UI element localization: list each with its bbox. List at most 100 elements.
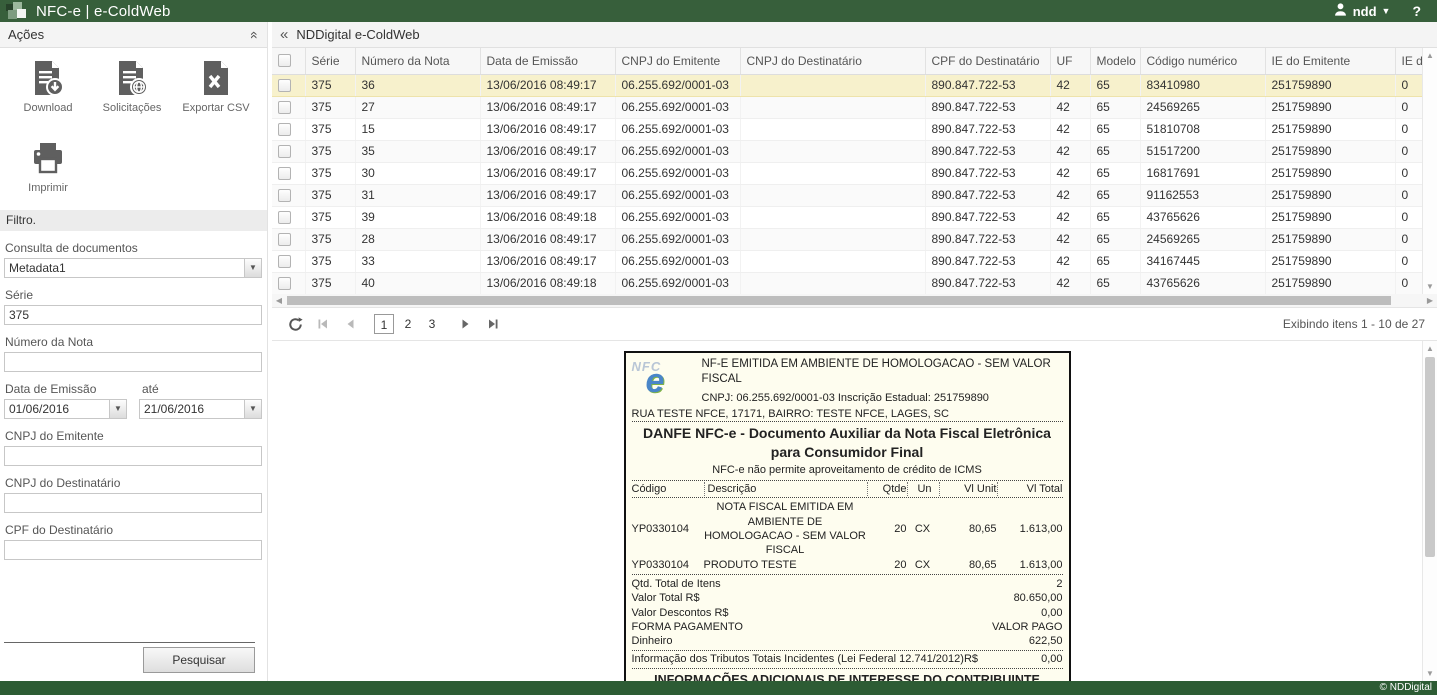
- table-horizontal-scrollbar[interactable]: ◀ ▶: [272, 294, 1437, 308]
- print-button[interactable]: Imprimir: [6, 138, 90, 210]
- table-row[interactable]: 375 31 13/06/2016 08:49:17 06.255.692/00…: [272, 184, 1422, 206]
- next-page-button[interactable]: [454, 313, 476, 335]
- previous-page-button[interactable]: [340, 313, 362, 335]
- row-checkbox[interactable]: [278, 211, 291, 224]
- col-modelo[interactable]: Modelo: [1090, 48, 1140, 74]
- cpf-destinatario-input[interactable]: [4, 540, 262, 560]
- col-codigo-numerico[interactable]: Código numérico: [1140, 48, 1265, 74]
- cell-cnpj-emitente: 06.255.692/0001-03: [615, 140, 740, 162]
- consulta-label: Consulta de documentos: [5, 241, 262, 255]
- cell-checkbox[interactable]: [272, 162, 305, 184]
- data-emissao-ate-select[interactable]: 21/06/2016 ▼: [139, 399, 262, 419]
- col-ie-emitente[interactable]: IE do Emitente: [1265, 48, 1395, 74]
- sidebar: Ações « Download Solicitações Exportar C…: [0, 22, 268, 681]
- page-link[interactable]: 2: [398, 314, 418, 334]
- collapse-sidebar-icon[interactable]: «: [280, 26, 288, 43]
- collapse-panel-icon[interactable]: «: [247, 31, 263, 39]
- cell-checkbox[interactable]: [272, 206, 305, 228]
- cell-ie-destinatario: 0: [1395, 118, 1422, 140]
- table-row[interactable]: 375 28 13/06/2016 08:49:17 06.255.692/00…: [272, 228, 1422, 250]
- col-cnpj-destinatario[interactable]: CNPJ do Destinatário: [740, 48, 925, 74]
- cell-cnpj-emitente: 06.255.692/0001-03: [615, 228, 740, 250]
- select-all-header[interactable]: [272, 48, 305, 74]
- scroll-up-icon[interactable]: ▲: [1423, 51, 1437, 60]
- preview-vertical-scrollbar[interactable]: ▲ ▼: [1422, 341, 1437, 681]
- cell-checkbox[interactable]: [272, 118, 305, 140]
- total-label: FORMA PAGAMENTO: [632, 620, 743, 634]
- table-row[interactable]: 375 30 13/06/2016 08:49:17 06.255.692/00…: [272, 162, 1422, 184]
- scroll-left-icon[interactable]: ◀: [272, 294, 286, 307]
- item-un: CX: [907, 522, 939, 536]
- scrollbar-thumb[interactable]: [287, 296, 1391, 305]
- row-checkbox[interactable]: [278, 167, 291, 180]
- col-serie[interactable]: Série: [305, 48, 355, 74]
- refresh-button[interactable]: [284, 313, 306, 335]
- cnpj-destinatario-input[interactable]: [4, 493, 262, 513]
- table-row[interactable]: 375 15 13/06/2016 08:49:17 06.255.692/00…: [272, 118, 1422, 140]
- table-row[interactable]: 375 27 13/06/2016 08:49:17 06.255.692/00…: [272, 96, 1422, 118]
- cell-emissao: 13/06/2016 08:49:17: [480, 162, 615, 184]
- scrollbar-thumb[interactable]: [1425, 357, 1435, 557]
- scroll-right-icon[interactable]: ▶: [1423, 294, 1437, 307]
- items-col-vl-unit: Vl Unit: [939, 482, 997, 496]
- col-cpf-destinatario[interactable]: CPF do Destinatário: [925, 48, 1050, 74]
- cell-checkbox[interactable]: [272, 184, 305, 206]
- row-checkbox[interactable]: [278, 189, 291, 202]
- user-name: ndd: [1353, 4, 1377, 19]
- row-checkbox[interactable]: [278, 101, 291, 114]
- row-checkbox[interactable]: [278, 145, 291, 158]
- cell-checkbox[interactable]: [272, 74, 305, 96]
- cell-emissao: 13/06/2016 08:49:17: [480, 250, 615, 272]
- cell-checkbox[interactable]: [272, 250, 305, 272]
- table-row[interactable]: 375 40 13/06/2016 08:49:18 06.255.692/00…: [272, 272, 1422, 294]
- table-vertical-scrollbar[interactable]: ▲ ▼: [1422, 48, 1437, 294]
- row-checkbox[interactable]: [278, 255, 291, 268]
- page-link[interactable]: 1: [374, 314, 394, 334]
- cell-ie-destinatario: 0: [1395, 250, 1422, 272]
- data-emissao-de-select[interactable]: 01/06/2016 ▼: [4, 399, 127, 419]
- total-label: Valor Total R$: [632, 591, 700, 605]
- first-page-button[interactable]: [312, 313, 334, 335]
- cell-cnpj-destinatario: [740, 272, 925, 294]
- user-menu[interactable]: ndd ▼: [1333, 2, 1391, 20]
- pesquisar-button[interactable]: Pesquisar: [143, 647, 255, 673]
- cell-checkbox[interactable]: [272, 96, 305, 118]
- cell-checkbox[interactable]: [272, 272, 305, 294]
- help-button[interactable]: ?: [1412, 3, 1421, 19]
- page-link[interactable]: 3: [422, 314, 442, 334]
- cell-emissao: 13/06/2016 08:49:17: [480, 228, 615, 250]
- cell-ie-emitente: 251759890: [1265, 184, 1395, 206]
- row-checkbox[interactable]: [278, 123, 291, 136]
- consulta-select[interactable]: Metadata1 ▼: [4, 258, 262, 278]
- cell-codigo: 34167445: [1140, 250, 1265, 272]
- download-button[interactable]: Download: [6, 58, 90, 130]
- scroll-down-icon[interactable]: ▼: [1423, 282, 1437, 291]
- col-emissao[interactable]: Data de Emissão: [480, 48, 615, 74]
- table-row[interactable]: 375 39 13/06/2016 08:49:18 06.255.692/00…: [272, 206, 1422, 228]
- serie-input[interactable]: [4, 305, 262, 325]
- row-checkbox[interactable]: [278, 79, 291, 92]
- row-checkbox[interactable]: [278, 277, 291, 290]
- scroll-up-icon[interactable]: ▲: [1423, 344, 1437, 353]
- printer-icon: [28, 138, 68, 178]
- row-checkbox[interactable]: [278, 233, 291, 246]
- scroll-down-icon[interactable]: ▼: [1423, 669, 1437, 678]
- cell-numero: 36: [355, 74, 480, 96]
- table-row[interactable]: 375 36 13/06/2016 08:49:17 06.255.692/00…: [272, 74, 1422, 96]
- cell-serie: 375: [305, 140, 355, 162]
- table-row[interactable]: 375 33 13/06/2016 08:49:17 06.255.692/00…: [272, 250, 1422, 272]
- col-numero[interactable]: Número da Nota: [355, 48, 480, 74]
- select-all-checkbox[interactable]: [278, 54, 291, 67]
- cell-checkbox[interactable]: [272, 228, 305, 250]
- col-cnpj-emitente[interactable]: CNPJ do Emitente: [615, 48, 740, 74]
- export-csv-button[interactable]: Exportar CSV: [174, 58, 258, 130]
- table-row[interactable]: 375 35 13/06/2016 08:49:17 06.255.692/00…: [272, 140, 1422, 162]
- numero-nota-input[interactable]: [4, 352, 262, 372]
- cell-checkbox[interactable]: [272, 140, 305, 162]
- col-uf[interactable]: UF: [1050, 48, 1090, 74]
- solicitacoes-button[interactable]: Solicitações: [90, 58, 174, 130]
- last-page-button[interactable]: [482, 313, 504, 335]
- cnpj-emitente-input[interactable]: [4, 446, 262, 466]
- tributos-value: 0,00: [1041, 652, 1062, 666]
- col-ie-destinatario[interactable]: IE do: [1395, 48, 1422, 74]
